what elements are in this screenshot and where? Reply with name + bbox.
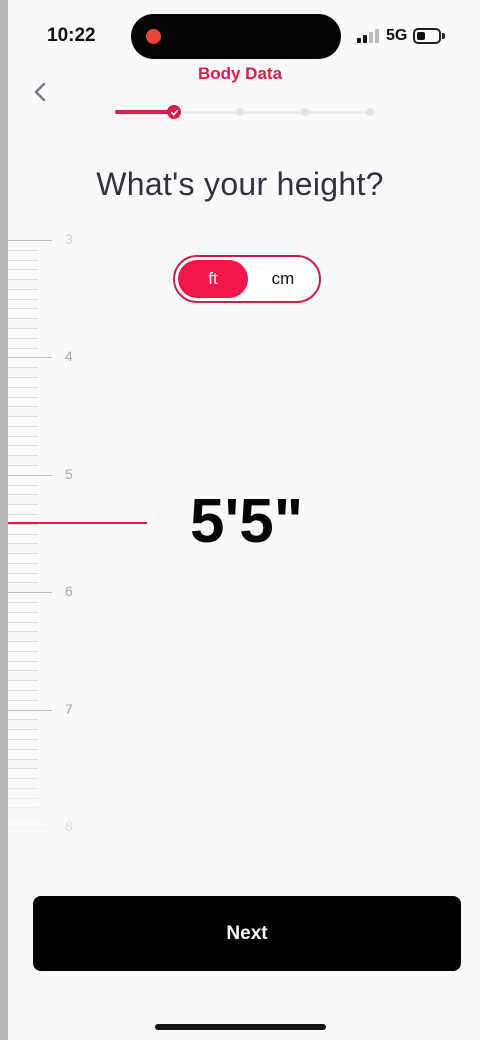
next-button[interactable]: Next: [33, 896, 461, 971]
ruler-minor-tick: [8, 719, 38, 721]
screen-edge: [0, 0, 8, 1040]
ruler-minor-tick: [8, 484, 38, 486]
ruler-minor-tick: [8, 778, 38, 780]
ruler-minor-tick: [8, 562, 38, 564]
ruler-minor-tick: [8, 572, 38, 574]
ruler-minor-tick: [8, 288, 38, 290]
ruler-minor-tick: [8, 465, 38, 467]
section-title: Body Data: [197, 64, 283, 83]
ruler-minor-tick: [8, 494, 38, 496]
ruler-minor-tick: [8, 553, 38, 555]
step-dot: [301, 108, 309, 116]
ruler-minor-tick: [8, 650, 38, 652]
ruler-minor-tick: [8, 318, 38, 320]
ruler-indicator-line: [8, 522, 147, 524]
ruler-minor-tick: [8, 797, 38, 799]
ruler-major-tick: [8, 827, 52, 828]
battery-nub: [442, 33, 445, 39]
chevron-left-icon: [34, 82, 46, 102]
ruler-minor-tick: [8, 817, 38, 819]
ruler-minor-tick: [8, 680, 38, 682]
ruler-minor-tick: [8, 611, 38, 613]
ruler-minor-tick: [8, 347, 38, 349]
recording-indicator-icon: [146, 29, 161, 44]
ruler-minor-tick: [8, 738, 38, 740]
ruler-minor-tick: [8, 249, 38, 251]
ruler-label: 8: [65, 818, 73, 834]
ruler-minor-tick: [8, 259, 38, 261]
ruler-minor-tick: [8, 758, 38, 760]
network-type: 5G: [386, 27, 408, 44]
ruler-minor-tick: [8, 416, 38, 418]
ruler-minor-tick: [8, 328, 38, 330]
ruler-minor-tick: [8, 386, 38, 388]
ruler-minor-tick: [8, 425, 38, 427]
step-dot: [236, 108, 244, 116]
ruler-minor-tick: [8, 533, 38, 535]
ruler-minor-tick: [8, 582, 38, 584]
step-dot: [366, 108, 374, 116]
ruler-minor-tick: [8, 807, 38, 809]
ruler-major-tick: [8, 240, 52, 241]
ruler-minor-tick: [8, 670, 38, 672]
signal-icon: [357, 29, 381, 43]
ruler-minor-tick: [8, 455, 38, 457]
ruler-minor-tick: [8, 279, 38, 281]
unit-toggle[interactable]: ft cm: [173, 255, 321, 303]
ruler-minor-tick: [8, 435, 38, 437]
progress-fill: [115, 110, 169, 114]
ruler-minor-tick: [8, 445, 38, 447]
ruler-minor-tick: [8, 768, 38, 770]
ruler-minor-tick: [8, 631, 38, 633]
ruler-label: 6: [65, 583, 73, 600]
ruler-major-tick: [8, 474, 52, 476]
home-indicator: [155, 1024, 326, 1030]
ruler-minor-tick: [8, 308, 38, 310]
unit-option-cm[interactable]: cm: [248, 260, 318, 298]
ruler-minor-tick: [8, 660, 38, 662]
ruler-label: 3: [65, 231, 73, 247]
ruler-major-tick: [8, 357, 52, 359]
ruler-minor-tick: [8, 748, 38, 750]
ruler-minor-tick: [8, 621, 38, 623]
ruler-minor-tick: [8, 406, 38, 408]
battery-icon: [413, 28, 441, 44]
ruler-minor-tick: [8, 269, 38, 271]
height-value: 5'5": [190, 487, 304, 556]
page-title: What's your height?: [96, 166, 384, 202]
status-time: 10:22: [47, 25, 96, 46]
ruler-label: 4: [65, 348, 73, 365]
ruler-minor-tick: [8, 543, 38, 545]
ruler-minor-tick: [8, 513, 38, 515]
ruler-minor-tick: [8, 601, 38, 603]
unit-option-ft[interactable]: ft: [178, 260, 248, 298]
ruler-minor-tick: [8, 641, 38, 643]
ruler-minor-tick: [8, 699, 38, 701]
ruler-minor-tick: [8, 298, 38, 300]
ruler-label: 5: [65, 465, 73, 482]
ruler-minor-tick: [8, 787, 38, 789]
ruler-major-tick: [8, 709, 52, 711]
ruler-minor-tick: [8, 376, 38, 378]
ruler-label: 7: [65, 700, 73, 717]
ruler-minor-tick: [8, 337, 38, 339]
ruler-minor-tick: [8, 367, 38, 369]
ruler-minor-tick: [8, 396, 38, 398]
ruler-minor-tick: [8, 690, 38, 692]
height-ruler[interactable]: 3 4 5 6 7 8: [8, 230, 88, 834]
ruler-minor-tick: [8, 504, 38, 506]
dynamic-island: [131, 14, 341, 59]
ruler-major-tick: [8, 592, 52, 594]
step-progress: [115, 104, 375, 120]
step-check-icon: [167, 105, 181, 119]
ruler-minor-tick: [8, 729, 38, 731]
